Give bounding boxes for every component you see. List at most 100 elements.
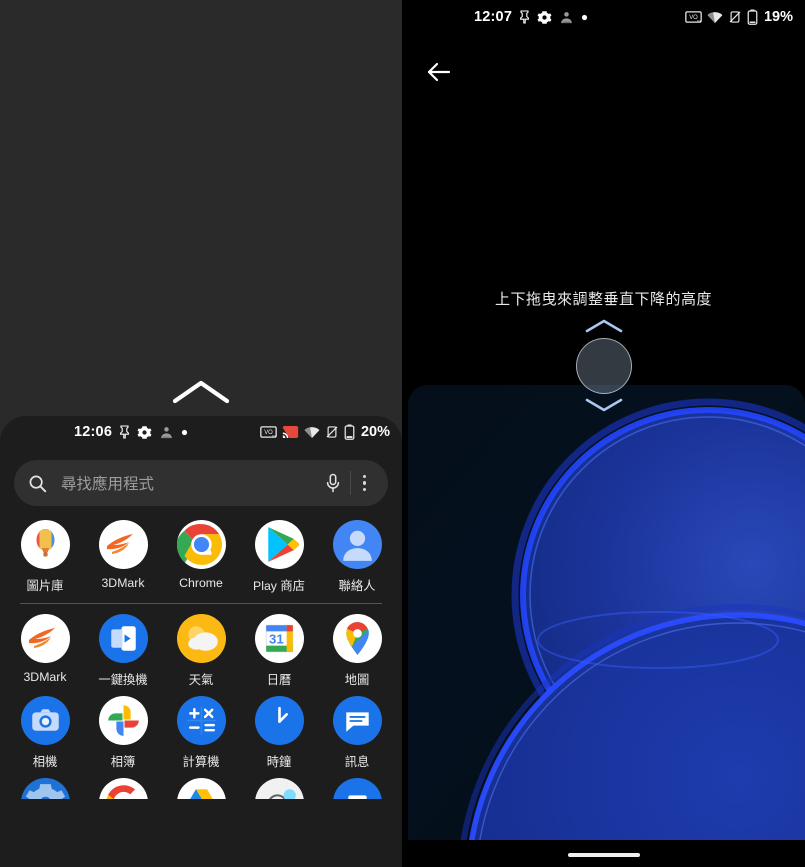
app-label: 相簿 [110, 755, 136, 769]
files-icon [332, 778, 382, 799]
app-item-settings[interactable] [6, 770, 84, 799]
chevron-up-icon [585, 319, 622, 333]
app-label: 計算機 [182, 755, 220, 769]
back-button[interactable] [426, 55, 466, 89]
drag-hint-text: 上下拖曳來調整垂直下降的高度 [494, 291, 712, 308]
dot-icon [181, 429, 188, 436]
app-row-partial [6, 770, 396, 799]
app-label: Chrome [179, 576, 223, 590]
chrome-icon [176, 520, 226, 569]
status-left-group: 12:07 [474, 9, 588, 25]
wallpaper-image [408, 385, 805, 840]
app-item-chrome[interactable]: Chrome [162, 512, 240, 594]
status-right-group: VO W [260, 424, 390, 440]
google-photos-icon [98, 696, 148, 745]
app-item-photos[interactable]: 相簿 [84, 688, 162, 770]
contacts-icon [332, 520, 382, 569]
pin-icon [119, 425, 130, 439]
app-item-weather[interactable]: 天氣 [162, 606, 240, 688]
wifi-icon [304, 426, 320, 439]
gallery-balloon-icon [20, 520, 70, 569]
app-drawer: 12:06 VO W 20% 尋找應用程式 圖片庫 3DMark Chrome … [0, 416, 402, 867]
left-status-bar: 12:06 VO W 20% [0, 416, 402, 448]
dual-screenshot: 12:06 VO W 20% 尋找應用程式 圖片庫 3DMark Chrome … [0, 0, 805, 867]
app-item-3dmark-2[interactable]: 3DMark [6, 606, 84, 688]
app-label: 時鐘 [266, 755, 292, 769]
dot-icon [581, 14, 588, 21]
person-notification-icon [559, 10, 574, 25]
status-clock: 12:07 [474, 9, 513, 25]
cast-icon [282, 425, 299, 439]
gear-icon [537, 10, 552, 25]
svg-text:31: 31 [269, 632, 284, 647]
wifi-icon [707, 11, 723, 24]
calculator-icon [176, 696, 226, 745]
app-item-calculator[interactable]: 計算機 [162, 688, 240, 770]
app-item-3dmark[interactable]: 3DMark [84, 512, 162, 594]
app-item-play-store[interactable]: Play 商店 [240, 512, 318, 594]
status-clock: 12:06 [74, 424, 113, 440]
grid-divider [20, 603, 382, 604]
app-label: 聯絡人 [338, 579, 376, 593]
app-row: 圖片庫 3DMark Chrome Play 商店 聯絡人 [6, 512, 396, 594]
app-item-google[interactable] [84, 770, 162, 799]
messages-icon [332, 696, 382, 745]
search-icon [28, 474, 47, 493]
battery-icon [344, 424, 355, 440]
app-item-camera[interactable]: 相機 [6, 688, 84, 770]
app-label: 訊息 [344, 755, 370, 769]
clock-icon [254, 696, 304, 745]
wallpaper-drop-height-panel: 12:07 VO W 19% 上下拖曳來調整垂直下降的高度 [402, 0, 805, 867]
app-label: Play 商店 [253, 579, 305, 593]
right-status-bar: 12:07 VO W 19% [402, 0, 805, 34]
weather-icon [176, 614, 226, 663]
app-grid: 圖片庫 3DMark Chrome Play 商店 聯絡人 3DMark 一鍵換… [0, 506, 402, 799]
app-item-files[interactable] [318, 770, 396, 799]
app-search-bar[interactable]: 尋找應用程式 [14, 460, 388, 506]
3dmark-icon [20, 614, 70, 663]
app-item-assistant[interactable] [240, 770, 318, 799]
microphone-icon[interactable] [324, 473, 342, 493]
calendar-icon: 31 [254, 614, 304, 663]
search-input-placeholder[interactable]: 尋找應用程式 [61, 472, 324, 494]
settings-icon [20, 778, 70, 799]
home-screen-panel: 12:06 VO W 20% 尋找應用程式 圖片庫 3DMark Chrome … [0, 0, 402, 867]
vowifi-icon: VO W [260, 425, 277, 439]
status-right-group: VO W [685, 9, 793, 25]
app-label: 一鍵換機 [98, 673, 148, 687]
maps-icon [332, 614, 382, 663]
app-item-calendar[interactable]: 31 日曆 [240, 606, 318, 688]
back-arrow-icon [427, 62, 451, 82]
vibrate-off-icon [728, 10, 742, 24]
app-label: 日曆 [266, 673, 292, 687]
3dmark-icon [98, 520, 148, 569]
play-store-icon [254, 520, 304, 569]
app-label: 天氣 [188, 673, 214, 687]
vowifi-icon: VO W [685, 10, 702, 24]
svg-text:W: W [272, 435, 276, 439]
drag-handle-knob[interactable] [575, 338, 632, 394]
more-vertical-icon[interactable] [355, 474, 375, 492]
app-item-data-transfer[interactable]: 一鍵換機 [84, 606, 162, 688]
search-divider [349, 471, 351, 495]
drop-height-handle[interactable] [402, 318, 805, 413]
app-item-drive[interactable] [162, 770, 240, 799]
app-label: 相機 [32, 755, 58, 769]
svg-text:W: W [697, 20, 701, 24]
battery-percent: 19% [763, 9, 793, 25]
app-item-messages[interactable]: 訊息 [318, 688, 396, 770]
app-item-clock[interactable]: 時鐘 [240, 688, 318, 770]
app-item-gallery[interactable]: 圖片庫 [6, 512, 84, 594]
data-transfer-icon [98, 614, 148, 663]
app-item-maps[interactable]: 地圖 [318, 606, 396, 688]
wallpaper-preview[interactable] [408, 385, 805, 840]
person-notification-icon [159, 425, 174, 440]
app-item-contacts[interactable]: 聯絡人 [318, 512, 396, 594]
home-gesture-bar[interactable] [402, 853, 805, 857]
app-label: 3DMark [23, 670, 67, 684]
drive-icon [176, 778, 226, 799]
gear-icon [137, 425, 152, 440]
google-icon [98, 778, 148, 799]
app-row: 3DMark 一鍵換機 天氣 31 日曆 地圖 [6, 606, 396, 688]
app-drawer-chevron[interactable] [0, 372, 402, 412]
